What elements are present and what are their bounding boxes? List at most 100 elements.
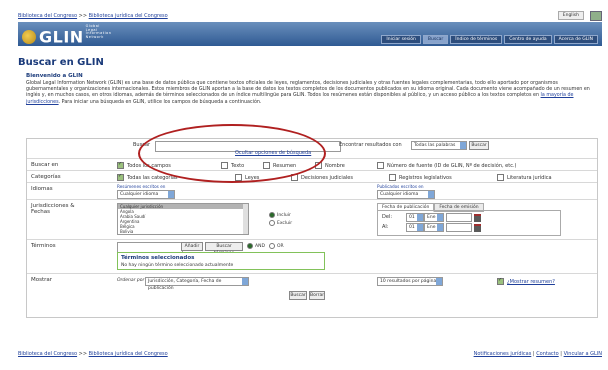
calendar-icon[interactable] xyxy=(474,224,481,232)
checkbox-icon xyxy=(377,162,384,169)
chevron-down-icon xyxy=(437,214,443,221)
checkbox-icon xyxy=(221,162,228,169)
jurisdictions-listbox[interactable]: Cualquier jurisdicción Angola Arabia Sau… xyxy=(117,203,249,235)
globe-icon xyxy=(22,29,36,44)
footer-breadcrumb: Biblioteca del Congreso >> Biblioteca ju… xyxy=(18,351,168,357)
to-day-value: 01 xyxy=(409,225,415,230)
language-go-button[interactable] xyxy=(590,11,602,21)
checkbox-icon xyxy=(117,161,124,169)
to-year-input[interactable] xyxy=(446,223,472,232)
browse-terms-button[interactable]: Buscar términos xyxy=(205,242,243,256)
category-all-checkbox[interactable]: Todas las categorías xyxy=(117,173,178,181)
include-radio[interactable]: Incluir xyxy=(269,212,291,218)
footer-contact-link[interactable]: Contacto xyxy=(536,351,559,357)
search-form: Buscar Encontrar resultados con Todas la… xyxy=(26,138,598,318)
search-label: Buscar xyxy=(133,142,151,148)
footer-pipe: | xyxy=(532,351,535,357)
listbox-scrollbar[interactable] xyxy=(243,204,248,234)
search-in-name-checkbox[interactable]: Nombre xyxy=(315,162,345,169)
or-radio[interactable]: OR xyxy=(269,243,284,249)
from-year-input[interactable] xyxy=(446,213,472,222)
add-term-button[interactable]: Añadir xyxy=(181,242,203,251)
jurisdictions-label: Jurisdicciones & Fechas xyxy=(31,203,75,215)
chevron-down-icon xyxy=(168,191,174,198)
list-item[interactable]: Bolivia xyxy=(118,229,248,234)
category-laws-checkbox[interactable]: Leyes xyxy=(235,174,259,181)
intro-paragraph: Global Legal Information Network (GLIN) … xyxy=(26,81,598,106)
selected-terms-text: No hay ningún término seleccionado actua… xyxy=(121,263,234,268)
breadcrumb-law-library[interactable]: Biblioteca jurídica del Congreso xyxy=(89,13,168,19)
checkbox-label: Leyes xyxy=(245,174,260,181)
category-legislative-checkbox[interactable]: Registros legislativos xyxy=(389,174,452,181)
order-by-value: Jurisdicción, Categoría, Fecha de public… xyxy=(148,279,222,291)
and-radio[interactable]: AND xyxy=(247,243,265,249)
checkbox-label: Texto xyxy=(231,162,245,169)
checkbox-icon xyxy=(235,174,242,181)
match-mode-value: Todas las palabras xyxy=(414,143,456,148)
footer-link-to-glin[interactable]: Vincular a GLIN xyxy=(564,351,602,357)
order-by-select[interactable]: Jurisdicción, Categoría, Fecha de public… xyxy=(145,277,249,291)
to-month-select[interactable]: Ene xyxy=(424,223,444,232)
selected-terms-box: Términos seleccionados No hay ningún tér… xyxy=(117,252,325,270)
checkbox-label: Todas las categorías xyxy=(127,174,178,181)
checkbox-label: Literatura jurídica xyxy=(507,174,552,181)
search-in-all-checkbox[interactable]: Todos los campos xyxy=(117,161,171,169)
to-month-value: Ene xyxy=(427,225,436,230)
to-date-label: Al: xyxy=(382,224,389,230)
per-page-select[interactable]: 10 resultados por página xyxy=(377,277,443,286)
category-judicial-checkbox[interactable]: Decisiones judiciales xyxy=(291,174,353,181)
site-header: GLINGlobal Legal Information Network Ini… xyxy=(18,22,602,47)
radio-label: Excluir xyxy=(277,220,293,226)
breadcrumb-library-of-congress[interactable]: Biblioteca del Congreso xyxy=(18,13,77,19)
footer-law-library-link[interactable]: Biblioteca jurídica del Congreso xyxy=(89,351,168,357)
summaries-language-label: Resúmenes escritos en xyxy=(117,184,166,189)
search-in-summary-checkbox[interactable]: Resumen xyxy=(263,162,296,169)
categories-label: Categorías xyxy=(31,174,61,180)
search-row: Buscar Encontrar resultados con Todas la… xyxy=(27,139,597,156)
terms-row: Términos Añadir Buscar términos AND OR T… xyxy=(27,239,597,274)
calendar-icon[interactable] xyxy=(474,214,481,222)
search-button[interactable]: Buscar xyxy=(469,141,489,150)
search-in-label: Buscar en xyxy=(31,162,59,168)
search-in-text-checkbox[interactable]: Texto xyxy=(221,162,244,169)
exclude-radio[interactable]: Excluir xyxy=(269,220,292,226)
published-language-label: Publicados escritos en xyxy=(377,184,424,189)
summaries-language-select[interactable]: Cualquier idioma xyxy=(117,190,175,199)
published-language-value: Cualquier idioma xyxy=(380,192,419,197)
language-select[interactable]: English xyxy=(557,11,584,20)
checkbox-icon xyxy=(117,173,124,181)
glin-logo[interactable]: GLINGlobal Legal Information Network xyxy=(22,24,112,47)
match-mode-label: Encontrar resultados con xyxy=(339,142,402,148)
chevron-down-icon xyxy=(460,142,466,149)
to-day-select[interactable]: 01 xyxy=(406,223,424,232)
nav-search[interactable]: Buscar xyxy=(422,35,449,44)
toggle-advanced-link[interactable]: Ocultar opciones de búsqueda xyxy=(235,150,311,156)
nav-help-center[interactable]: Centro de ayuda xyxy=(504,35,552,44)
nav-about[interactable]: Acerca de GLIN xyxy=(553,35,598,44)
show-summary-checkbox[interactable]: ¿Mostrar resumen? xyxy=(497,277,555,285)
checkbox-label: ¿Mostrar resumen? xyxy=(507,278,555,285)
category-legal-literature-checkbox[interactable]: Literatura jurídica xyxy=(497,174,552,181)
radio-label: AND xyxy=(255,243,265,249)
nav-login[interactable]: Iniciar sesión xyxy=(381,35,421,44)
terms-label: Términos xyxy=(31,243,56,249)
chevron-down-icon xyxy=(417,214,423,221)
match-mode-select[interactable]: Todas las palabras xyxy=(411,141,467,150)
clear-button[interactable]: Borrar xyxy=(309,291,325,300)
chevron-down-icon xyxy=(428,191,434,198)
from-month-select[interactable]: Ene xyxy=(424,213,444,222)
checkbox-label: Número de fuente (ID de GLIN, Nº de deci… xyxy=(387,162,517,169)
bottom-search-button[interactable]: Buscar xyxy=(289,291,307,300)
nav-term-index[interactable]: Índice de términos xyxy=(450,35,503,44)
logo-subtitle: Global Legal Information Network xyxy=(85,24,112,39)
footer-legal-notices-link[interactable]: Notificaciones jurídicas xyxy=(474,351,532,357)
footer-pipe: | xyxy=(560,351,562,357)
chevron-down-icon xyxy=(417,224,423,231)
checkbox-label: Resumen xyxy=(273,162,297,169)
search-in-source-number-checkbox[interactable]: Número de fuente (ID de GLIN, Nº de deci… xyxy=(377,162,517,169)
checkbox-icon xyxy=(263,162,270,169)
published-language-select[interactable]: Cualquier idioma xyxy=(377,190,435,199)
from-day-select[interactable]: 01 xyxy=(406,213,424,222)
footer-library-of-congress-link[interactable]: Biblioteca del Congreso xyxy=(18,351,77,357)
checkbox-icon xyxy=(497,277,504,285)
